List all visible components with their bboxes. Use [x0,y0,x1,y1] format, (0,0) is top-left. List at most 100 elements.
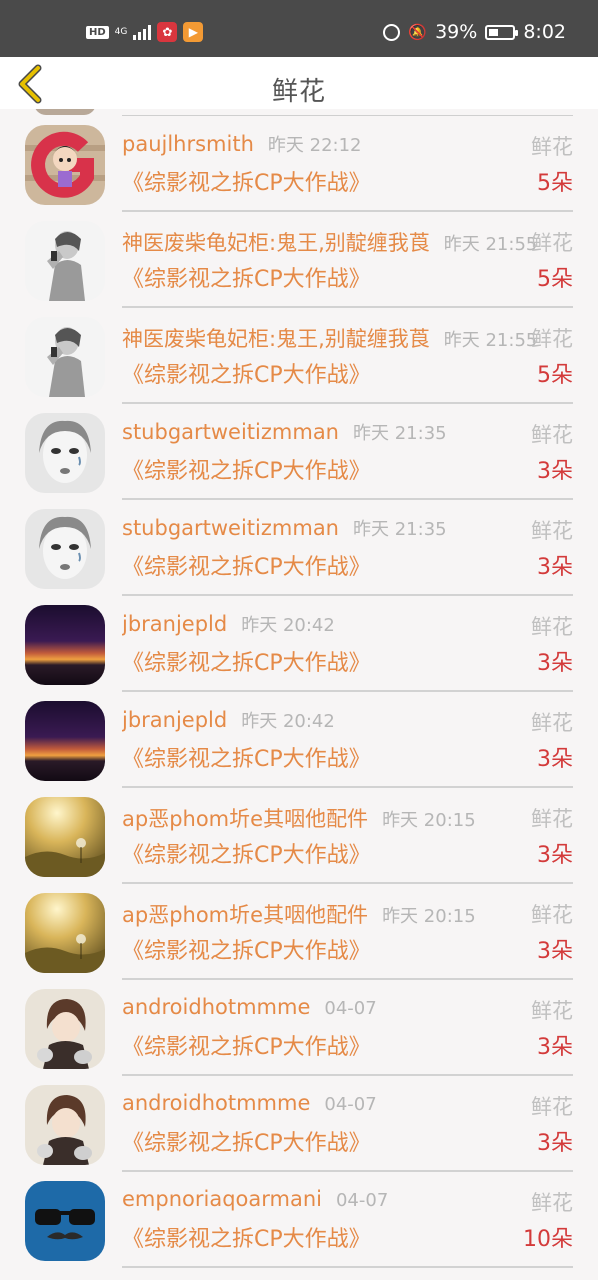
book-title[interactable]: 《综影视之拆CP大作战》 [122,261,371,293]
list-item[interactable]: androidhotmmme 04-07 鲜花《综影视之拆CP大作战》 3朵 [0,981,598,1077]
sender-name-text: stubgartweitizmman [122,420,339,444]
list-item[interactable]: stubgartweitizmman 昨天 21:35 鲜花 《综影视之拆CP大作战》… [0,501,598,597]
avatar[interactable] [25,509,105,589]
timestamp: 昨天 21:55 [443,234,538,255]
letter-g-girl-avatar [25,125,105,205]
crying-girl-sketch-avatar [25,509,105,589]
sender-name-text: 神医废柴龟妃柜:鬼王,别靛缠我莨 [122,231,430,255]
separator [122,1074,573,1076]
list-item[interactable]: paujlhrsmith 昨天 22:12 鲜花 《综影视之拆CP大作战》 5朵 [0,117,598,213]
timestamp: 昨天 22:12 [267,135,362,156]
hd-badge: HD [86,25,109,39]
avatar[interactable] [25,221,105,301]
avatar[interactable] [25,989,105,1069]
separator [122,306,573,308]
separator [122,882,573,884]
avatar[interactable] [25,125,105,205]
separator [122,690,573,692]
sender-name: 神医废柴龟妃柜:鬼王,别靛缠我莨 昨天 21:55 [122,323,537,353]
list-item[interactable]: stubgartweitizmman 昨天 21:35 鲜花 《综影视之拆CP大作战》… [0,405,598,501]
timestamp: 昨天 20:15 [382,810,476,831]
battery-icon [485,24,519,40]
flower-amount: 3朵 [537,843,573,868]
sketch-singer-avatar [25,221,105,301]
flower-amount: 5朵 [537,363,573,388]
gift-type: 鲜花 [531,903,573,927]
separator [122,594,573,596]
avatar[interactable] [25,605,105,685]
book-title[interactable]: 《综影视之拆CP大作战》 [122,933,371,965]
book-title[interactable]: 《综影视之拆CP大作战》 [122,549,371,581]
sender-name-text: jbranjepld [122,612,228,636]
book-title[interactable]: 《综影视之拆CP大作战》 [122,741,371,773]
sender-name-text: stubgartweitizmman [122,516,339,540]
sender-name: stubgartweitizmman 昨天 21:35 [122,515,447,541]
timestamp: 04-07 [324,998,377,1019]
sender-name: androidhotmmme 04-07 [122,995,377,1019]
anime-boy-cat-avatar [25,989,105,1069]
sunglasses-mustache-avatar [25,1181,105,1261]
book-title[interactable]: 《综影视之拆CP大作战》 [122,837,371,869]
avatar[interactable] [25,701,105,781]
sender-name-text: 神医废柴龟妃柜:鬼王,别靛缠我莨 [122,327,430,351]
list-item[interactable]: jbranjepld 昨天 20:42 鲜花 《综影视之拆CP大作战》 3朵 [0,693,598,789]
avatar[interactable] [25,893,105,973]
gift-type: 鲜花 [531,999,573,1023]
flower-amount: 3朵 [537,747,573,772]
list-item[interactable]: empnoriaqoarmani 04-07 鲜花 《综影视之拆CP大作战》 10朵 [0,1173,598,1269]
status-right: 🔕 39% 8:02 [383,21,566,43]
separator [122,498,573,500]
signal-icon [133,24,152,40]
gift-type: 鲜花 [531,135,573,159]
sender-name-text: jbranjepld [122,708,228,732]
avatar[interactable] [25,1085,105,1165]
sender-name: androidhotmmme 04-07 [122,1091,377,1115]
separator [122,1266,573,1268]
nav-header: 鲜花 [0,57,598,109]
list-item[interactable]: 神医废柴龟妃柜:鬼王,别靛缠我莨 昨天 21:55 鲜花 《综影视之拆CP大作战》 5朵 [0,213,598,309]
sender-name-text: androidhotmmme [122,1091,311,1115]
status-left: HD 4G ✿ ▶ [86,22,204,42]
sender-name: ap恶phom圻e其咽他配件 昨天 20:15 [122,899,476,929]
gift-type: 鲜花 [531,615,573,639]
app-notification-icon: ✿ [157,22,178,42]
dandelion-field-avatar [25,797,105,877]
sender-name: empnoriaqoarmani 04-07 [122,1187,388,1211]
gift-type: 鲜花 [531,1191,573,1215]
book-title[interactable]: 《综影视之拆CP大作战》 [122,357,371,389]
reader-app-icon: ▶ [183,22,204,42]
list-item[interactable]: ap恶phom圻e其咽他配件 昨天 20:15 鲜花 《综影视之拆CP大作战》 3朵 [0,885,598,981]
separator [122,978,573,980]
clock: 8:02 [523,21,566,43]
gift-type: 鲜花 [531,711,573,735]
sender-name: paujlhrsmith 昨天 22:12 [122,131,362,157]
list-item[interactable]: ap恶phom圻e其咽他配件 昨天 20:15 鲜花 《综影视之拆CP大作战》 3朵 [0,789,598,885]
flower-amount: 3朵 [537,1035,573,1060]
list-item[interactable]: 神医废柴龟妃柜:鬼王,别靛缠我莨 昨天 21:55 鲜花 《综影视之拆CP大作战》 5朵 [0,309,598,405]
sender-name: stubgartweitizmman 昨天 21:35 [122,419,447,445]
book-title[interactable]: 《综影视之拆CP大作战》 [122,1125,371,1157]
timestamp: 昨天 20:42 [241,615,335,636]
avatar[interactable] [25,797,105,877]
sender-name-text: androidhotmmme [122,995,311,1019]
sender-name-text: ap恶phom圻e其咽他配件 [122,807,369,831]
list-item[interactable]: jbranjepld 昨天 20:42 鲜花《综影视之拆CP大作战》 3朵 [0,597,598,693]
avatar[interactable] [25,317,105,397]
book-title[interactable]: 《综影视之拆CP大作战》 [122,645,371,677]
book-title[interactable]: 《综影视之拆CP大作战》 [122,1221,371,1253]
flower-amount: 3朵 [537,651,573,676]
avatar[interactable] [25,413,105,493]
sender-name-text: ap恶phom圻e其咽他配件 [122,903,369,927]
book-title[interactable]: 《综影视之拆CP大作战》 [122,165,371,197]
flower-amount: 3朵 [537,555,573,580]
separator [122,115,573,116]
mute-bell-icon: 🔕 [408,23,428,41]
page-title: 鲜花 [271,77,326,107]
sender-name: 神医废柴龟妃柜:鬼王,别靛缠我莨 昨天 21:55 [122,227,537,257]
sender-name-text: paujlhrsmith [122,132,254,156]
partial-list-item [0,109,598,117]
list-item[interactable]: androidhotmmme 04-07 鲜花 《综影视之拆CP大作战》 3朵 [0,1077,598,1173]
book-title[interactable]: 《综影视之拆CP大作战》 [122,1029,371,1061]
book-title[interactable]: 《综影视之拆CP大作战》 [122,453,371,485]
avatar[interactable] [25,1181,105,1261]
